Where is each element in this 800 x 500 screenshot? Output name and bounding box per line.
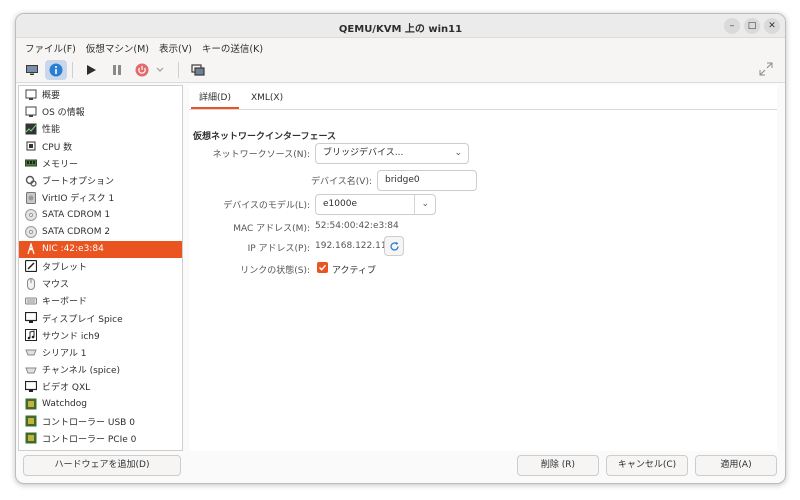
sidebar-item-virtio-disk[interactable]: VirtIO ディスク 1: [19, 189, 182, 206]
shutdown-button[interactable]: [131, 60, 153, 80]
keyboard-icon: [24, 294, 37, 307]
performance-icon: [24, 122, 37, 135]
shutdown-menu-button[interactable]: [153, 60, 167, 80]
play-icon: [87, 65, 96, 75]
memory-icon: [24, 157, 37, 170]
remove-button[interactable]: 削除 (R): [517, 455, 599, 476]
chevron-down-icon: ⌄: [454, 148, 462, 158]
sidebar-item-performance[interactable]: 性能: [19, 120, 182, 137]
power-icon: [135, 63, 149, 77]
close-button[interactable]: ✕: [764, 18, 780, 34]
snapshots-icon: [191, 64, 205, 76]
refresh-ip-button[interactable]: [384, 236, 404, 256]
sound-icon: [24, 329, 37, 342]
sidebar-item-cpu[interactable]: CPU 数: [19, 138, 182, 155]
minimize-button[interactable]: –: [724, 18, 740, 34]
apply-button[interactable]: 適用(A): [695, 455, 777, 476]
run-button[interactable]: [80, 60, 102, 80]
overview-icon: [24, 88, 37, 101]
chevron-down-icon: ⌄: [421, 199, 429, 209]
cancel-button[interactable]: キャンセル(C): [606, 455, 688, 476]
details-panel: 詳細(D) XML(X) 仮想ネットワークインターフェース ネットワークソース(…: [189, 85, 777, 451]
tab-xml[interactable]: XML(X): [241, 85, 293, 109]
mac-address-value: 52:54:00:42:e3:84: [315, 221, 399, 231]
mouse-icon: [24, 277, 37, 290]
sidebar-item-watchdog[interactable]: Watchdog: [19, 395, 182, 412]
menu-view[interactable]: 表示(V): [154, 41, 197, 55]
nic-icon: [24, 243, 37, 256]
pause-button[interactable]: [106, 60, 128, 80]
refresh-icon: [389, 241, 399, 251]
sidebar-item-sata-cdrom-2[interactable]: SATA CDROM 2: [19, 224, 182, 241]
device-name-label: デバイス名(V):: [311, 177, 372, 187]
sidebar-item-memory[interactable]: メモリー: [19, 155, 182, 172]
sidebar-item-display[interactable]: ディスプレイ Spice: [19, 309, 182, 326]
network-source-dropdown[interactable]: ブリッジデバイス... ⌄: [315, 143, 469, 164]
hardware-list[interactable]: 概要 OS の情報 性能 CPU 数 メモリー ブートオプション VirtIO …: [18, 85, 183, 451]
sidebar-item-sound[interactable]: サウンド ich9: [19, 327, 182, 344]
sidebar-item-keyboard[interactable]: キーボード: [19, 292, 182, 309]
info-icon: [49, 63, 63, 77]
link-state-checkbox[interactable]: [317, 262, 328, 273]
link-state-label: リンクの状態(S):: [240, 266, 310, 276]
sidebar-item-tablet[interactable]: タブレット: [19, 258, 182, 275]
controller-icon: [24, 415, 37, 428]
add-hardware-button[interactable]: ハードウェアを追加(D): [23, 455, 181, 476]
sidebar-item-serial[interactable]: シリアル 1: [19, 344, 182, 361]
maximize-button[interactable]: □: [744, 18, 760, 34]
tablet-icon: [24, 260, 37, 273]
mac-address-label: MAC アドレス(M):: [233, 224, 310, 234]
sidebar-item-video[interactable]: ビデオ QXL: [19, 378, 182, 395]
device-name-field[interactable]: bridge0: [377, 170, 477, 191]
disk-icon: [24, 191, 37, 204]
channel-icon: [24, 363, 37, 376]
watchdog-icon: [24, 397, 37, 410]
fullscreen-icon[interactable]: [759, 62, 773, 79]
sidebar-item-pcie-controller[interactable]: コントローラー PCIe 0: [19, 430, 182, 447]
boot-options-icon: [24, 174, 37, 187]
chevron-down-icon: [156, 67, 164, 72]
display-icon: [24, 312, 37, 325]
monitor-icon: [26, 65, 38, 75]
device-model-dropdown[interactable]: e1000e ⌄: [315, 194, 436, 215]
video-icon: [24, 380, 37, 393]
sidebar-item-overview[interactable]: 概要: [19, 86, 182, 103]
sidebar-item-usb-controller[interactable]: コントローラー USB 0: [19, 413, 182, 430]
menu-file[interactable]: ファイル(F): [20, 41, 81, 55]
sidebar-item-mouse[interactable]: マウス: [19, 275, 182, 292]
ip-address-label: IP アドレス(P):: [247, 244, 310, 254]
sidebar-item-channel[interactable]: チャンネル (spice): [19, 361, 182, 378]
os-info-icon: [24, 105, 37, 118]
menu-virtual-machine[interactable]: 仮想マシン(M): [81, 41, 154, 55]
sidebar-item-boot-options[interactable]: ブートオプション: [19, 172, 182, 189]
sidebar-item-os-info[interactable]: OS の情報: [19, 103, 182, 120]
sidebar-item-nic[interactable]: NIC :42:e3:84: [19, 240, 182, 258]
serial-icon: [24, 346, 37, 359]
title-bar[interactable]: QEMU/KVM 上の win11 – □ ✕: [16, 14, 785, 38]
menu-bar: ファイル(F) 仮想マシン(M) 表示(V) キーの送信(K): [16, 38, 785, 57]
sidebar-item-sata-cdrom-1[interactable]: SATA CDROM 1: [19, 206, 182, 223]
console-view-button[interactable]: [21, 60, 43, 80]
menu-send-key[interactable]: キーの送信(K): [197, 41, 268, 55]
controller-icon: [24, 432, 37, 445]
window-title: QEMU/KVM 上の win11: [338, 24, 463, 35]
checkmark-icon: [318, 264, 327, 271]
cpu-icon: [24, 140, 37, 153]
tab-details[interactable]: 詳細(D): [189, 85, 241, 109]
toolbar: [16, 57, 785, 83]
device-model-label: デバイスのモデル(L):: [223, 201, 310, 211]
cdrom-icon: [24, 226, 37, 239]
ip-address-value: 192.168.122.112: [315, 241, 393, 251]
link-state-value: アクティブ: [332, 266, 377, 276]
cdrom-icon: [24, 208, 37, 221]
network-source-label: ネットワークソース(N):: [212, 150, 310, 160]
pause-icon: [113, 65, 121, 75]
snapshots-button[interactable]: [187, 60, 209, 80]
tab-bar: 詳細(D) XML(X): [189, 85, 293, 109]
vm-details-window: QEMU/KVM 上の win11 – □ ✕ ファイル(F) 仮想マシン(M)…: [15, 13, 786, 484]
details-view-button[interactable]: [45, 60, 67, 80]
section-title: 仮想ネットワークインターフェース: [193, 132, 337, 142]
